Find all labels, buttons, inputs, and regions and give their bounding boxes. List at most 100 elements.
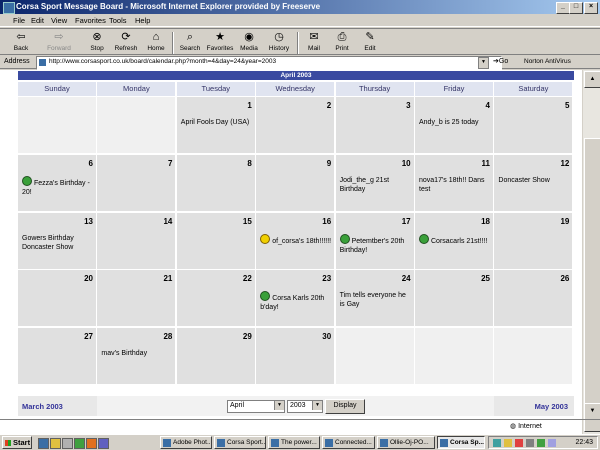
menu-help[interactable]: Help (135, 16, 150, 25)
day-number[interactable]: 14 (163, 217, 172, 226)
day-number[interactable]: 1 (247, 101, 251, 110)
calendar-day-cell[interactable]: 27 (18, 328, 96, 385)
calendar-event[interactable]: of_corsa's 18th!!!!!! (260, 233, 332, 246)
minimize-button[interactable]: _ (556, 2, 570, 14)
quicklaunch-media-icon[interactable] (74, 438, 85, 449)
calendar-day-cell[interactable]: 30 (256, 328, 335, 385)
taskbar-task[interactable]: Connected... (322, 436, 375, 449)
day-number[interactable]: 15 (243, 217, 252, 226)
next-month-link[interactable]: May 2003 (535, 402, 568, 411)
calendar-day-cell[interactable]: 13 Gowers Birthday Doncaster Show (18, 212, 96, 269)
print-button[interactable]: ⎙ Print (332, 31, 352, 55)
tray-icon[interactable] (537, 439, 545, 447)
day-number[interactable]: 16 (322, 217, 331, 226)
calendar-day-cell[interactable]: 4 Andy_b is 25 today (415, 97, 493, 153)
day-number[interactable]: 3 (406, 101, 410, 110)
calendar-event[interactable]: Gowers Birthday Doncaster Show (22, 234, 94, 252)
day-number[interactable]: 9 (327, 159, 331, 168)
calendar-day-cell[interactable]: 24 Tim tells everyone he is Gay (335, 270, 414, 327)
mail-button[interactable]: ✉ Mail (302, 31, 326, 55)
calendar-day-cell[interactable]: 1 April Fools Day (USA) (176, 97, 255, 153)
calendar-day-cell[interactable]: 3 (335, 97, 414, 153)
calendar-event[interactable]: April Fools Day (USA) (181, 118, 253, 127)
day-number[interactable]: 20 (84, 274, 93, 283)
event-title[interactable]: nova17's 18th!! Dans test (419, 177, 485, 193)
calendar-day-cell[interactable]: 9 (256, 154, 335, 211)
calendar-day-cell[interactable]: 18 Corsacarls 21st!!!! (415, 212, 493, 269)
quicklaunch-app-icon[interactable] (98, 438, 109, 449)
day-number[interactable]: 24 (402, 274, 411, 283)
menu-edit[interactable]: Edit (31, 16, 44, 25)
event-title[interactable]: Andy_b is 25 today (419, 119, 479, 126)
day-number[interactable]: 11 (482, 159, 490, 168)
taskbar-task[interactable]: Adobe Phot... (160, 436, 212, 449)
calendar-day-cell[interactable]: 2 (256, 97, 335, 153)
quicklaunch-desktop-icon[interactable] (62, 438, 73, 449)
calendar-event[interactable]: Corsa Karls 20th b'day! (260, 291, 332, 312)
go-button[interactable]: ➔Go (493, 57, 508, 65)
home-button[interactable]: ⌂ Home (144, 31, 168, 55)
day-number[interactable]: 13 (84, 217, 93, 226)
calendar-event[interactable]: Corsacarls 21st!!!! (419, 233, 491, 246)
quicklaunch-app-icon[interactable] (86, 438, 97, 449)
refresh-button[interactable]: ⟳ Refresh (112, 31, 140, 55)
calendar-day-cell[interactable]: 29 (176, 328, 255, 385)
scrollbar-thumb[interactable] (584, 138, 600, 432)
day-number[interactable]: 18 (481, 217, 490, 226)
calendar-day-cell[interactable]: 26 (494, 270, 573, 327)
tray-icon[interactable] (493, 439, 501, 447)
calendar-event[interactable]: Petemtber's 20th Birthday! (339, 233, 412, 255)
favorites-button[interactable]: ★ Favorites (205, 31, 235, 55)
quicklaunch-ie-icon[interactable] (38, 438, 49, 449)
menu-tools[interactable]: Tools (109, 16, 127, 25)
taskbar-task[interactable]: The power... (268, 436, 320, 449)
calendar-day-cell[interactable]: 16 of_corsa's 18th!!!!!! (256, 212, 335, 269)
event-title[interactable]: Gowers Birthday Doncaster Show (22, 235, 74, 251)
calendar-day-cell[interactable]: 23 Corsa Karls 20th b'day! (256, 270, 335, 327)
day-number[interactable]: 2 (327, 101, 331, 110)
calendar-event[interactable]: Fezza's Birthday - 20! (22, 175, 94, 197)
calendar-day-cell[interactable]: 5 (494, 97, 573, 153)
address-input[interactable]: http://www.corsasport.co.uk/board/calend… (36, 56, 502, 70)
window-title-bar[interactable]: Corsa Sport Message Board - Microsoft In… (0, 0, 600, 14)
day-number[interactable]: 4 (486, 101, 490, 110)
scroll-down-button[interactable]: ▼ (584, 403, 600, 420)
day-number[interactable]: 17 (402, 217, 411, 226)
vertical-scrollbar[interactable]: ▲ ▼ (582, 70, 600, 434)
calendar-day-cell[interactable]: 6 Fezza's Birthday - 20! (18, 154, 96, 211)
calendar-day-cell[interactable]: 22 (176, 270, 255, 327)
day-number[interactable]: 6 (89, 159, 93, 168)
day-number[interactable]: 10 (402, 159, 411, 168)
event-title[interactable]: Corsacarls 21st!!!! (431, 238, 487, 245)
quicklaunch-outlook-icon[interactable] (50, 438, 61, 449)
calendar-event[interactable]: mav's Birthday (101, 349, 173, 358)
menu-file[interactable]: File (13, 16, 25, 25)
norton-antivirus-button[interactable]: Norton AntiVirus (524, 58, 571, 65)
calendar-day-cell[interactable]: 25 (415, 270, 493, 327)
search-button[interactable]: ⌕ Search (177, 31, 203, 55)
calendar-event[interactable]: Jodi_the_g 21st Birthday (340, 176, 412, 194)
speaker-icon[interactable] (548, 439, 556, 447)
close-button[interactable]: × (584, 2, 598, 14)
day-number[interactable]: 22 (243, 274, 252, 283)
previous-month-link[interactable]: March 2003 (22, 402, 63, 411)
menu-favorites[interactable]: Favorites (75, 16, 106, 25)
calendar-day-cell[interactable]: 15 (176, 212, 255, 269)
address-dropdown-button[interactable]: ▼ (478, 57, 489, 69)
day-number[interactable]: 29 (243, 332, 252, 341)
day-number[interactable]: 8 (247, 159, 251, 168)
year-select[interactable]: 2003 ▼ (287, 400, 323, 413)
day-number[interactable]: 25 (481, 274, 490, 283)
menu-view[interactable]: View (51, 16, 67, 25)
edit-button[interactable]: ✎ Edit (360, 31, 380, 55)
event-title[interactable]: Jodi_the_g 21st Birthday (340, 177, 389, 193)
event-title[interactable]: April Fools Day (USA) (181, 119, 249, 126)
day-number[interactable]: 12 (560, 159, 569, 168)
stop-button[interactable]: ⊗ Stop (86, 31, 108, 55)
day-number[interactable]: 19 (560, 217, 569, 226)
forward-button[interactable]: ⇨ Forward (42, 31, 76, 55)
start-button[interactable]: Start (2, 436, 32, 449)
taskbar-task[interactable]: Corsa Sp... (437, 436, 485, 449)
event-title[interactable]: mav's Birthday (101, 350, 147, 357)
calendar-day-cell[interactable]: 19 (494, 212, 573, 269)
